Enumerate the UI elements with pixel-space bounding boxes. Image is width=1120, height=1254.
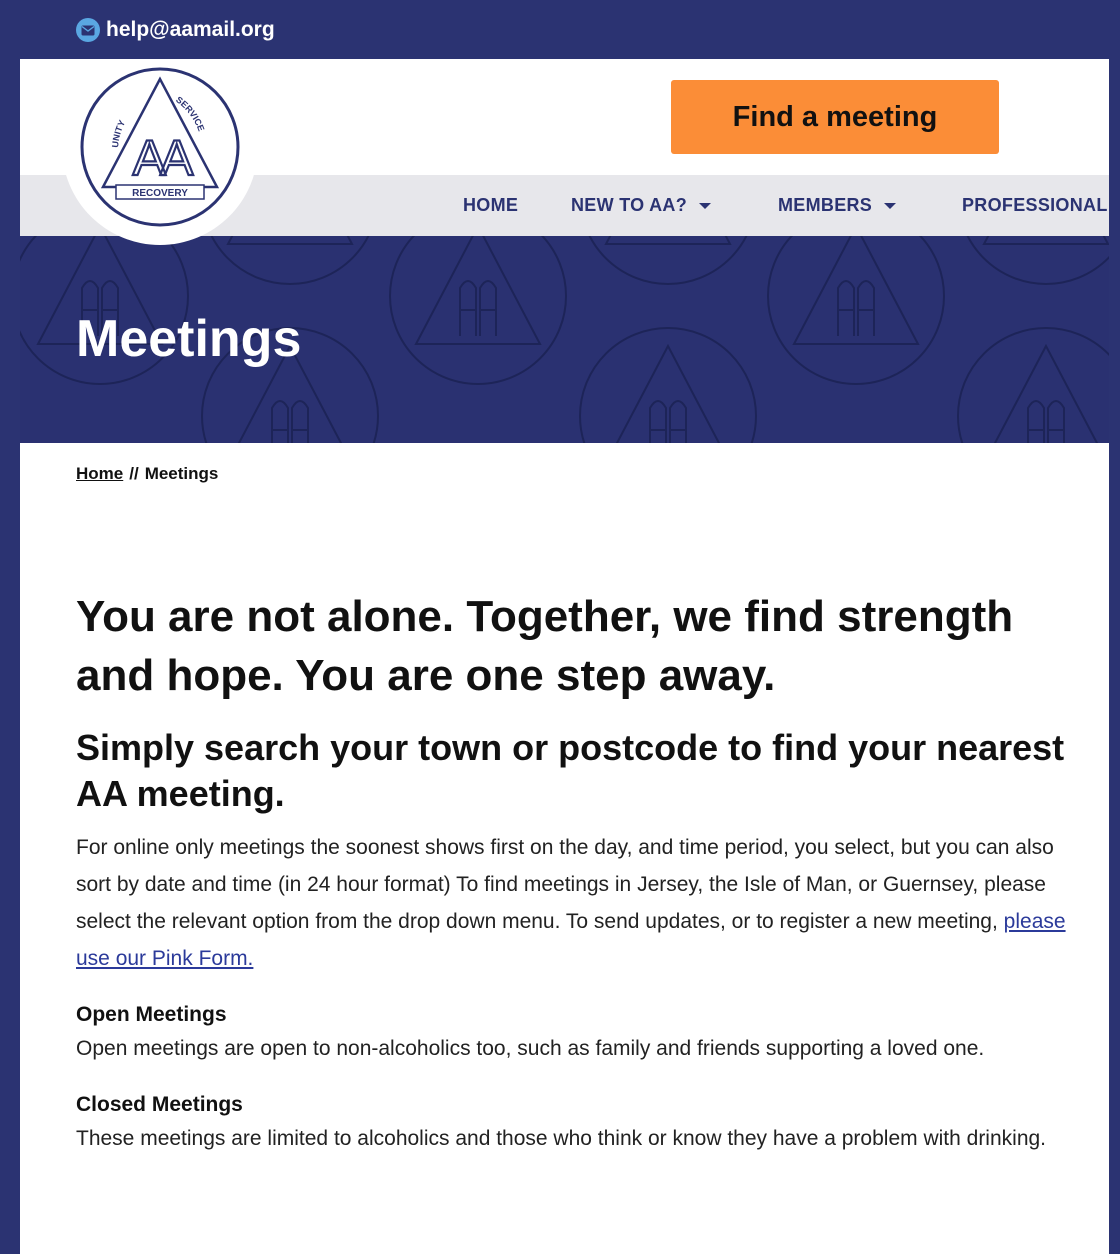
page-container: Find a meeting HOME NEW TO AA? MEMBERS P… — [20, 59, 1109, 1254]
main-content: You are not alone. Together, we find str… — [76, 587, 1086, 1157]
help-email-link[interactable]: help@aamail.org — [76, 17, 275, 43]
nav-item-professional[interactable]: PROFESSIONAL — [962, 175, 1108, 236]
aa-logo-icon: RECOVERY UNITY SERVICE AA — [80, 67, 240, 227]
logo-center-text: AA — [133, 130, 194, 186]
top-bar: help@aamail.org — [0, 0, 1120, 59]
logo-bottom-word: RECOVERY — [132, 188, 188, 199]
nav-item-home[interactable]: HOME — [463, 175, 518, 236]
nav-item-members[interactable]: MEMBERS — [778, 175, 897, 236]
closed-meetings-title: Closed Meetings — [76, 1093, 243, 1116]
nav-new-to-aa-label: NEW TO AA? — [571, 195, 687, 215]
breadcrumb-separator: // — [129, 464, 139, 483]
breadcrumb-home-link[interactable]: Home — [76, 464, 123, 484]
nav-members-label: MEMBERS — [778, 195, 873, 215]
chevron-down-icon — [884, 202, 897, 209]
chevron-down-icon — [699, 202, 711, 209]
mail-icon — [76, 18, 100, 42]
nav-item-new-to-aa[interactable]: NEW TO AA? — [571, 175, 711, 236]
closed-meetings-text: These meetings are limited to alcoholics… — [76, 1127, 1047, 1150]
help-email-text: help@aamail.org — [106, 18, 275, 41]
intro-paragraph: For online only meetings the soonest sho… — [76, 829, 1086, 977]
main-heading: You are not alone. Together, we find str… — [76, 592, 1014, 700]
sub-heading: Simply search your town or postcode to f… — [76, 727, 1065, 814]
open-meetings-title: Open Meetings — [76, 1003, 227, 1026]
logo[interactable]: RECOVERY UNITY SERVICE AA — [62, 59, 258, 245]
open-meetings-text: Open meetings are open to non-alcoholics… — [76, 1037, 985, 1060]
hero-banner: Meetings — [20, 236, 1109, 443]
nav-home-label: HOME — [463, 195, 519, 215]
page-title: Meetings — [76, 310, 302, 368]
nav-professional-label: PROFESSIONAL — [962, 195, 1108, 215]
breadcrumb-current: Meetings — [144, 464, 219, 483]
find-meeting-button[interactable]: Find a meeting — [671, 80, 999, 154]
breadcrumb: Home // Meetings — [76, 464, 218, 484]
intro-text: For online only meetings the soonest sho… — [76, 836, 1054, 933]
